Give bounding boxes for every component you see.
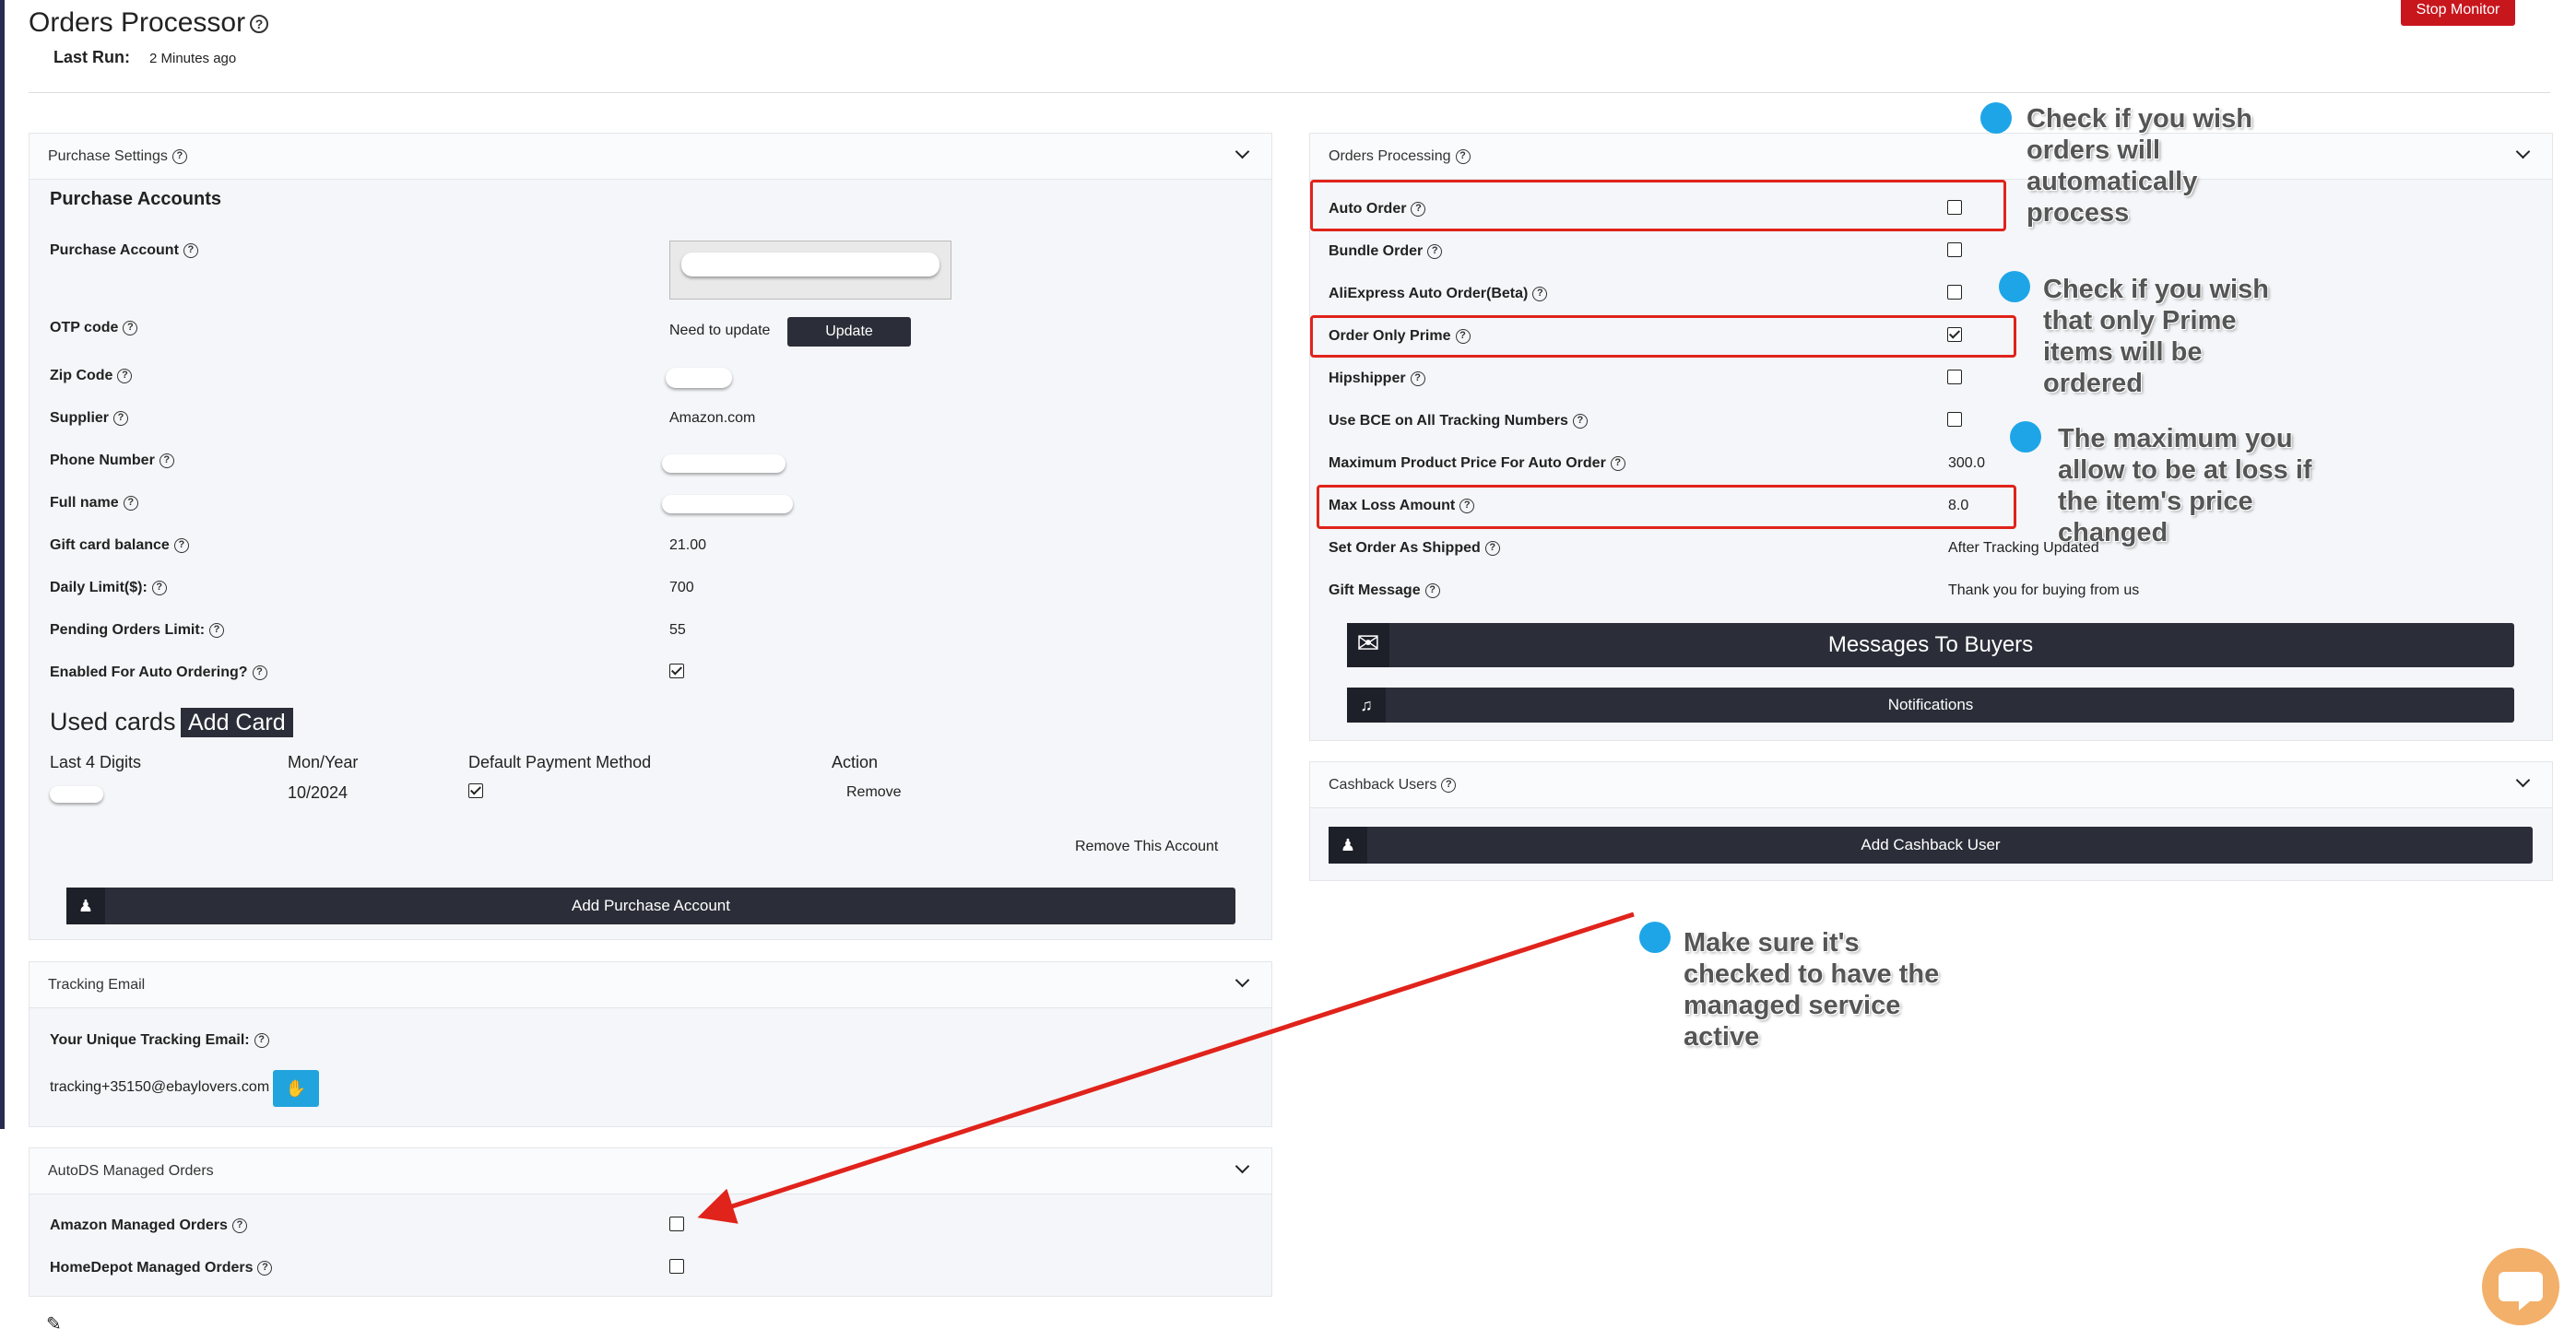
chat-icon[interactable] — [2482, 1248, 2559, 1325]
annotation-arrow — [697, 911, 1635, 1224]
